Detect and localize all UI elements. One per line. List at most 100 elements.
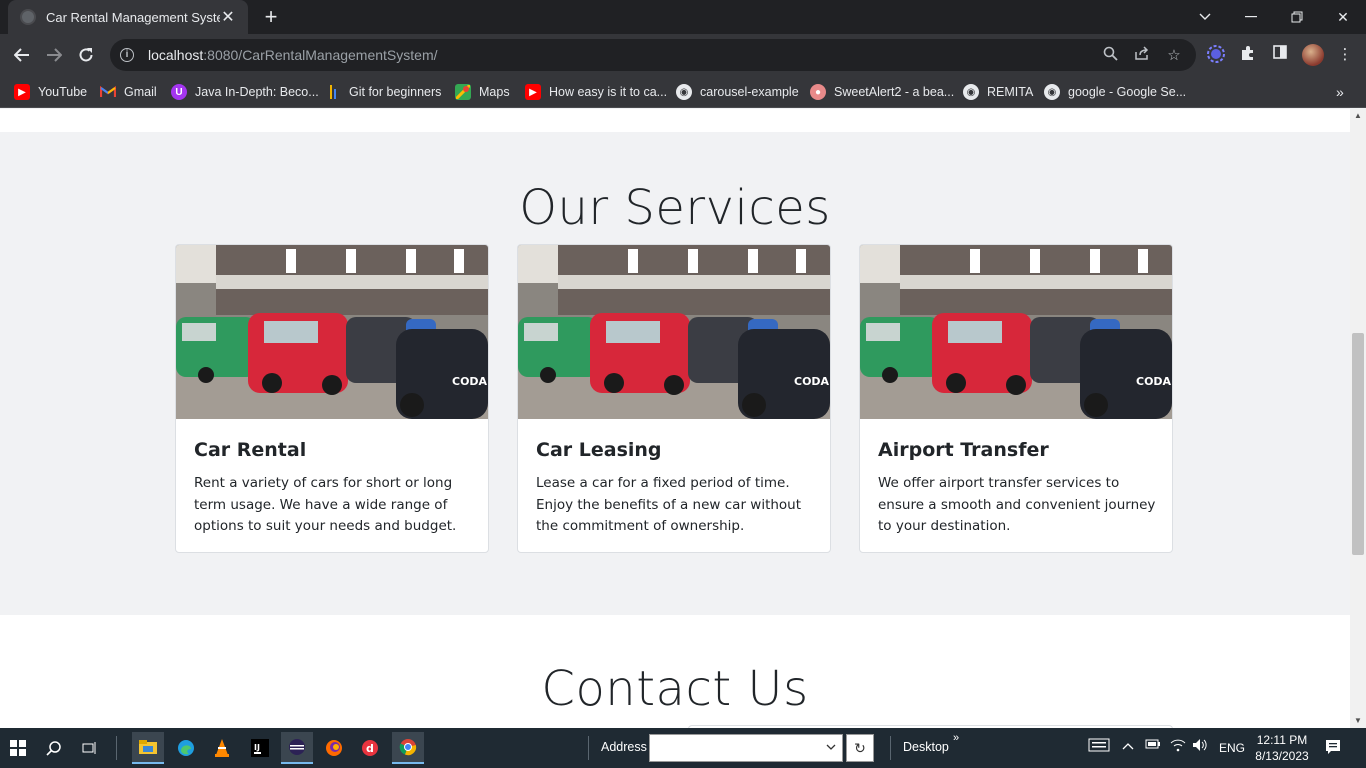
- globe-icon: ◉: [1044, 84, 1060, 100]
- side-panel-icon[interactable]: [1269, 45, 1291, 67]
- service-card-text: Rent a variety of cars for short or long…: [194, 475, 457, 534]
- zoom-icon[interactable]: [1100, 46, 1120, 64]
- bookmark-git-for-beginners[interactable]: Git for beginners: [325, 82, 441, 102]
- svg-text:CODA: CODA: [1136, 375, 1172, 388]
- battery-icon[interactable]: [1145, 738, 1161, 753]
- bookmark-label: Maps: [479, 85, 510, 99]
- chrome-icon[interactable]: [392, 732, 424, 764]
- chevron-down-icon[interactable]: [826, 741, 836, 753]
- service-card-car-rental: CODA Car Rental Rent a variety of cars f…: [175, 244, 489, 553]
- bookmark-java-in-depth[interactable]: U Java In-Depth: Beco...: [171, 82, 319, 102]
- menu-kebab-icon[interactable]: ⋮: [1334, 45, 1356, 67]
- tab-strip: Car Rental Management System ✕ + ✕: [0, 0, 1366, 34]
- git-bars-icon: [325, 84, 341, 100]
- bookmark-maps[interactable]: Maps: [455, 82, 510, 102]
- desktop-toolbar-label[interactable]: Desktop: [903, 740, 949, 754]
- service-card-airport-transfer: CODA Airport Transfer We offer airport t…: [859, 244, 1173, 553]
- scrollbar-thumb[interactable]: [1352, 333, 1364, 555]
- address-toolbar-label: Address: [601, 740, 647, 754]
- page-favicon-icon: [20, 9, 36, 25]
- task-view-icon[interactable]: [74, 732, 106, 764]
- bookmark-google-search[interactable]: ◉ google - Google Se...: [1044, 82, 1186, 102]
- language-indicator[interactable]: ENG: [1219, 741, 1245, 755]
- bookmark-label: google - Google Se...: [1068, 85, 1187, 99]
- extension-gear-icon[interactable]: [1205, 45, 1227, 67]
- bookmark-sweetalert2[interactable]: ● SweetAlert2 - a bea...: [810, 82, 954, 102]
- address-bar[interactable]: i localhost:8080/CarRentalManagementSyst…: [110, 39, 1196, 71]
- clock-time: 12:11 PM: [1256, 733, 1308, 747]
- vlc-icon[interactable]: [206, 732, 238, 764]
- more-bookmarks-chevron-icon[interactable]: »: [1336, 84, 1344, 100]
- tray-chevron-up-icon[interactable]: [1122, 738, 1134, 753]
- bookmark-label: How easy is it to ca...: [549, 85, 668, 99]
- svg-text:IJ: IJ: [254, 743, 260, 752]
- youtube-icon: ▶: [525, 84, 541, 100]
- page-viewport: Our Services CODA Car Rental Rent a vari…: [0, 109, 1350, 728]
- service-card-title: Airport Transfer: [878, 439, 1049, 461]
- service-card-text: Lease a car for a fixed period of time. …: [536, 475, 802, 534]
- bookmark-star-icon[interactable]: ☆: [1164, 46, 1184, 64]
- minimize-button[interactable]: [1228, 0, 1274, 34]
- bookmark-remita[interactable]: ◉ REMITA: [963, 82, 1033, 102]
- tab-search-chevron-icon[interactable]: [1182, 0, 1228, 34]
- svg-text:CODA: CODA: [452, 375, 488, 388]
- desktop-toolbar-chevron-icon[interactable]: »: [953, 732, 959, 744]
- notification-center-icon[interactable]: [1325, 739, 1341, 758]
- bookmark-label: Git for beginners: [349, 85, 442, 99]
- bookmark-label: REMITA: [987, 85, 1034, 99]
- services-heading: Our Services: [519, 180, 831, 236]
- tab-close-icon[interactable]: ✕: [220, 7, 236, 27]
- windows-taskbar: IJ d Address ↻ Desktop » ENG 12:11 PM 8/…: [0, 728, 1366, 768]
- volume-icon[interactable]: [1192, 738, 1208, 755]
- system-clock[interactable]: 12:11 PM 8/13/2023: [1250, 732, 1314, 764]
- edge-icon[interactable]: [170, 732, 202, 764]
- scroll-up-arrow-icon[interactable]: ▲: [1350, 109, 1366, 123]
- bookmark-youtube[interactable]: ▶ YouTube: [14, 82, 87, 102]
- profile-avatar[interactable]: [1302, 44, 1324, 66]
- service-card-image: CODA: [176, 245, 488, 419]
- bookmark-label: carousel-example: [700, 85, 799, 99]
- service-card-image: CODA: [860, 245, 1172, 419]
- bookmark-label: Gmail: [124, 85, 157, 99]
- bookmark-how-easy[interactable]: ▶ How easy is it to ca...: [525, 82, 667, 102]
- url-text: localhost:8080/CarRentalManagementSystem…: [148, 47, 438, 63]
- windows-start-icon[interactable]: [2, 732, 34, 764]
- bookmark-gmail[interactable]: Gmail: [100, 82, 157, 102]
- dbeaver-icon[interactable]: d: [354, 732, 386, 764]
- clock-date: 8/13/2023: [1255, 749, 1309, 763]
- search-icon[interactable]: [38, 732, 70, 764]
- file-explorer-icon[interactable]: [132, 732, 164, 764]
- sweetalert-icon: ●: [810, 84, 826, 100]
- new-tab-button[interactable]: +: [258, 4, 284, 30]
- service-card-image: CODA: [518, 245, 830, 419]
- service-card-text: We offer airport transfer services to en…: [878, 475, 1156, 534]
- taskbar-divider: [890, 736, 891, 760]
- extensions-puzzle-icon[interactable]: [1237, 45, 1259, 67]
- firefox-icon[interactable]: [318, 732, 350, 764]
- close-window-button[interactable]: ✕: [1320, 0, 1366, 34]
- bookmark-carousel-example[interactable]: ◉ carousel-example: [676, 82, 799, 102]
- keyboard-icon[interactable]: [1088, 738, 1110, 755]
- intellij-icon[interactable]: IJ: [244, 732, 276, 764]
- restore-button[interactable]: [1274, 0, 1320, 34]
- gmail-icon: [100, 84, 116, 100]
- address-toolbar-input[interactable]: [649, 734, 843, 762]
- forward-button[interactable]: [40, 41, 68, 69]
- wifi-icon[interactable]: [1170, 738, 1186, 755]
- site-info-icon[interactable]: i: [120, 48, 134, 62]
- bookmark-label: SweetAlert2 - a bea...: [834, 85, 955, 99]
- address-go-button[interactable]: ↻: [846, 734, 874, 762]
- back-button[interactable]: [8, 41, 36, 69]
- bookmark-label: YouTube: [38, 85, 88, 99]
- bookmark-label: Java In-Depth: Beco...: [195, 85, 319, 99]
- maps-icon: [455, 84, 471, 100]
- services-section: Our Services CODA Car Rental Rent a vari…: [0, 132, 1350, 615]
- url-host: localhost: [148, 47, 204, 63]
- share-icon[interactable]: [1132, 46, 1152, 64]
- page-scrollbar[interactable]: ▲ ▼: [1350, 109, 1366, 728]
- tab-active[interactable]: Car Rental Management System ✕: [8, 0, 248, 34]
- reload-button[interactable]: [72, 41, 100, 69]
- taskbar-divider: [588, 736, 589, 760]
- eclipse-icon[interactable]: [281, 732, 313, 764]
- scroll-down-arrow-icon[interactable]: ▼: [1350, 714, 1366, 728]
